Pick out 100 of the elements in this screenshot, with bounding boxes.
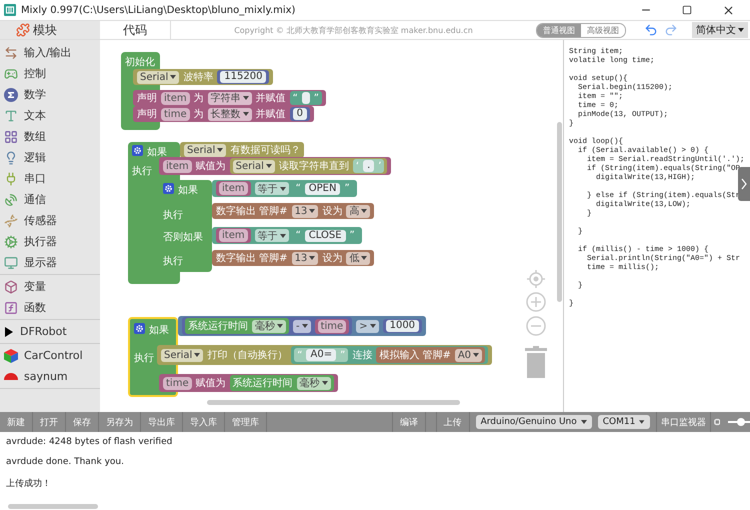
- block-dropdown[interactable]: 等于: [254, 229, 289, 242]
- scrollbar-thumb[interactable]: [207, 400, 460, 405]
- block-dropdown[interactable]: 高: [346, 204, 370, 218]
- block-dropdown[interactable]: 毫秒: [296, 376, 331, 390]
- statement-block[interactable]: 数字输出 管脚# 13 设为 低: [212, 250, 374, 266]
- value-block[interactable]: 系统运行时间 毫秒: [230, 375, 334, 391]
- block-label: 赋值为: [196, 160, 226, 173]
- value-field[interactable]: .: [363, 160, 374, 172]
- category-item[interactable]: 串口: [0, 168, 100, 189]
- close-icon[interactable]: [722, 4, 734, 16]
- empty-field[interactable]: [302, 92, 310, 104]
- category-item[interactable]: 数学: [0, 84, 100, 105]
- value-field[interactable]: CLOSE: [304, 230, 346, 242]
- chip-icon[interactable]: [714, 416, 720, 428]
- block-dropdown[interactable]: 字符串: [208, 92, 252, 104]
- value-block[interactable]: item: [216, 181, 251, 196]
- category-item[interactable]: 文本: [0, 105, 100, 126]
- value-block[interactable]: 系统运行时间 毫秒: [185, 318, 289, 334]
- value-field[interactable]: A0=: [306, 349, 336, 361]
- trash-icon[interactable]: [525, 346, 547, 378]
- value-block[interactable]: item: [216, 228, 251, 243]
- statement-block[interactable]: item 等于 “ CLOSE ”: [212, 227, 362, 244]
- category-item[interactable]: 控制: [0, 63, 100, 84]
- category-item[interactable]: 显示器: [0, 252, 100, 273]
- block-dropdown[interactable]: 毫秒: [252, 320, 286, 332]
- value-block[interactable]: 115200: [217, 70, 270, 84]
- value-block[interactable]: ‘ . ’: [352, 159, 384, 173]
- value-block[interactable]: 模拟输入 管脚# A0: [376, 347, 486, 363]
- block-dropdown[interactable]: 13: [292, 252, 318, 264]
- value-block[interactable]: “ A0= ” 连接 模拟输入 管脚# A0: [291, 346, 488, 364]
- value-field[interactable]: 115200: [220, 71, 266, 83]
- gamepad-icon: [4, 66, 18, 80]
- block-dropdown[interactable]: 长整数: [208, 108, 252, 120]
- block-label: 执行: [134, 352, 154, 365]
- block-dropdown[interactable]: >: [356, 320, 379, 332]
- variable-field[interactable]: item: [161, 92, 190, 104]
- variable-field[interactable]: time: [161, 108, 190, 120]
- category-item[interactable]: 逻辑: [0, 147, 100, 168]
- category-item[interactable]: CarControl: [0, 345, 100, 366]
- statement-block[interactable]: time 赋值为 系统运行时间 毫秒: [159, 374, 338, 392]
- block-label: 如果: [149, 324, 169, 337]
- block-dropdown[interactable]: A0: [454, 348, 482, 362]
- category-item[interactable]: 数组: [0, 126, 100, 147]
- scrollbar-thumb[interactable]: [8, 504, 98, 509]
- board-select[interactable]: Arduino/Genuino Uno: [476, 415, 592, 429]
- block-dropdown[interactable]: Serial: [137, 70, 180, 84]
- block-label: 有数据可读吗？: [230, 144, 300, 157]
- value-field[interactable]: 1000: [386, 320, 420, 332]
- block-dropdown[interactable]: 13: [292, 204, 318, 218]
- statement-block[interactable]: item 等于 “ OPEN ”: [212, 180, 357, 197]
- variable-field[interactable]: time: [318, 320, 346, 332]
- variable-field[interactable]: item: [219, 182, 248, 195]
- block-dropdown[interactable]: 低: [346, 252, 370, 264]
- value-block[interactable]: 系统运行时间 毫秒 - time: [182, 317, 352, 335]
- block-dropdown[interactable]: 等于: [254, 182, 289, 195]
- statement-block[interactable]: 声明 item 为 字符串 并赋值 “ ”: [133, 90, 326, 106]
- value-field[interactable]: 0: [292, 108, 307, 120]
- statement-block[interactable]: 声明 time 为 长整数 并赋值 0: [133, 106, 314, 122]
- statement-block[interactable]: Serial 打印（自动换行） “ A0= ” 连接 模拟输入 管脚# A0: [157, 345, 492, 365]
- variable-field[interactable]: item: [163, 160, 192, 172]
- category-item[interactable]: saynum: [0, 366, 100, 387]
- code-tab[interactable]: 代码: [100, 21, 171, 39]
- port-select[interactable]: COM11: [598, 415, 650, 429]
- category-item[interactable]: DFRobot: [0, 321, 100, 342]
- category-item[interactable]: 变量: [0, 276, 100, 297]
- expand-tab[interactable]: [738, 167, 750, 201]
- undo-icon[interactable]: [644, 23, 658, 37]
- category-item[interactable]: 函数: [0, 297, 100, 318]
- category-item[interactable]: 执行器: [0, 231, 100, 252]
- sigma-icon: [4, 88, 18, 102]
- category-item[interactable]: 输入/输出: [0, 42, 100, 63]
- language-select[interactable]: 简体中文: [692, 22, 748, 38]
- maximize-icon[interactable]: [682, 5, 692, 15]
- slider-thumb[interactable]: [737, 418, 746, 426]
- redo-icon[interactable]: [664, 23, 678, 37]
- value-block[interactable]: “ A0= ”: [294, 348, 348, 362]
- value-field[interactable]: OPEN: [304, 182, 340, 194]
- value-block[interactable]: 1000: [382, 319, 422, 333]
- category-item[interactable]: 通信: [0, 189, 100, 210]
- block-label: ’: [378, 160, 382, 172]
- value-block[interactable]: 0: [290, 107, 310, 121]
- block-dropdown[interactable]: -: [293, 320, 311, 332]
- value-block[interactable]: Serial 读取字符串直到 ‘ . ’: [230, 158, 388, 174]
- gear-icon[interactable]: [134, 323, 145, 334]
- bulb-icon: [4, 150, 18, 164]
- statement-block[interactable]: 系统运行时间 毫秒 - time > 1000: [178, 316, 426, 336]
- value-block[interactable]: time: [314, 318, 350, 334]
- gear-icon[interactable]: [163, 183, 174, 194]
- variable-field[interactable]: time: [163, 376, 192, 390]
- statement-block[interactable]: Serial 波特率 115200: [133, 69, 274, 85]
- block-dropdown[interactable]: Serial: [161, 348, 204, 362]
- block-dropdown[interactable]: Serial: [232, 160, 275, 172]
- statement-block[interactable]: 数字输出 管脚# 13 设为 高: [212, 203, 374, 219]
- gear-icon[interactable]: [132, 145, 143, 156]
- statement-block[interactable]: item 赋值为 Serial 读取字符串直到 ‘ . ’: [159, 157, 392, 175]
- scrollbar-thumb[interactable]: [557, 122, 562, 302]
- category-item[interactable]: 传感器: [0, 210, 100, 231]
- block-dropdown[interactable]: Serial: [184, 144, 226, 156]
- statement-block[interactable]: Serial 有数据可读吗？: [180, 142, 304, 158]
- variable-field[interactable]: item: [219, 229, 248, 242]
